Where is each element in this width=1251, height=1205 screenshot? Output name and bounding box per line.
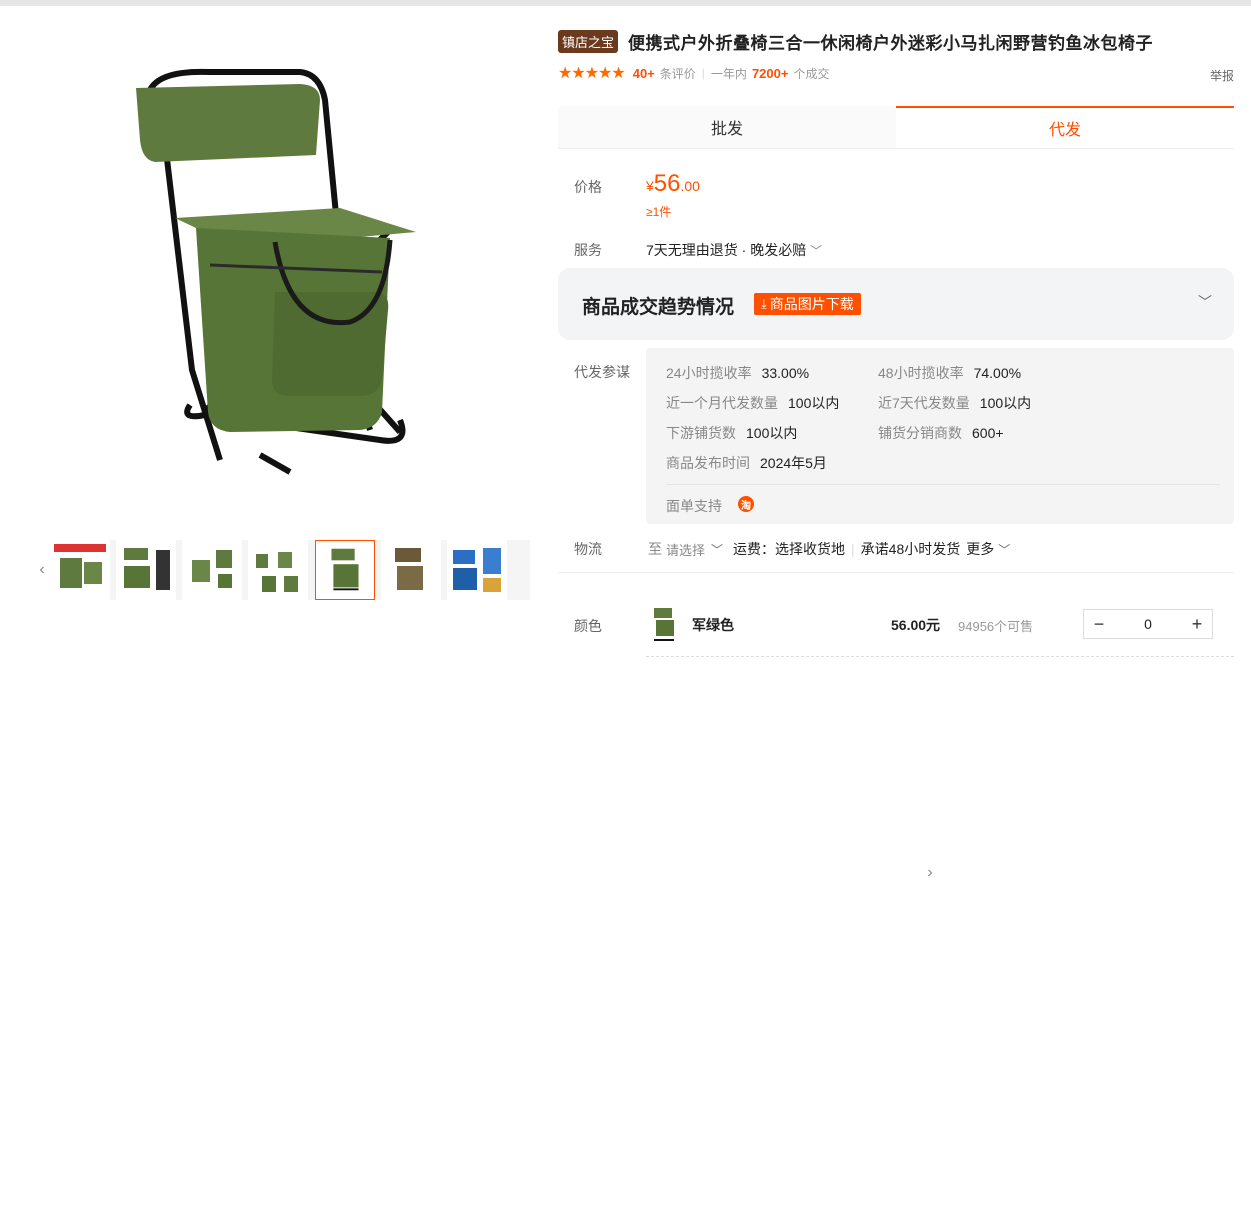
sku-name: 军绿色 xyxy=(692,617,734,633)
download-label: 商品图片下载 xyxy=(769,296,854,312)
chevron-down-icon[interactable]: ﹀ xyxy=(1198,292,1212,312)
stat-value: 2024年5月 xyxy=(760,455,827,471)
stat-value: 100以内 xyxy=(788,395,840,411)
stat-item: 24小时揽收率 33.00% xyxy=(666,363,809,383)
price-decimal: .00 xyxy=(680,178,700,194)
report-link[interactable]: 举报 xyxy=(1210,67,1234,84)
to-label: 至 xyxy=(648,541,662,557)
plus-button[interactable]: + xyxy=(1182,610,1212,638)
quantity-stepper: − 0 + xyxy=(1083,609,1213,639)
product-info-panel: 镇店之宝 便携式户外折叠椅三合一休闲椅户外迷彩小马扎闲野营钓鱼冰包椅子 ★★★★… xyxy=(558,0,1234,665)
min-quantity: ≥1件 xyxy=(646,205,672,219)
price-integer: 56 xyxy=(653,170,681,197)
chevron-down-icon[interactable]: ﹀ xyxy=(998,541,1010,558)
stat-item: 商品发布时间 2024年5月 xyxy=(666,453,827,473)
quantity-input[interactable]: 0 xyxy=(1114,616,1182,632)
trend-title: 商品成交趋势情况 xyxy=(582,297,735,318)
store-treasure-badge: 镇店之宝 xyxy=(558,30,619,53)
tab-wholesale[interactable]: 批发 xyxy=(558,106,896,148)
logistics-label: 物流 xyxy=(574,541,602,557)
waybill-label: 面单支持 xyxy=(666,498,722,514)
year-label: 一年内 xyxy=(710,66,747,81)
stat-item: 48小时揽收率 74.00% xyxy=(878,363,1021,383)
price-value: ¥56.00 xyxy=(646,170,700,198)
chevron-left-icon[interactable]: ‹ xyxy=(34,540,50,600)
thumbnail[interactable] xyxy=(116,540,176,600)
sku-thumbnail xyxy=(648,606,680,642)
stat-key: 近一个月代发数量 xyxy=(666,395,778,411)
thumbnail-selected[interactable] xyxy=(315,540,375,600)
divider: | xyxy=(701,66,705,80)
main-product-image xyxy=(120,60,430,490)
dropship-stats-box: 24小时揽收率 33.00% 48小时揽收率 74.00% 近一个月代发数量 100以… xyxy=(646,348,1234,524)
shipping-fee: 运费：选择收货地 xyxy=(733,541,846,557)
title-row: 镇店之宝 便携式户外折叠椅三合一休闲椅户外迷彩小马扎闲野营钓鱼冰包椅子 xyxy=(558,29,1153,54)
stat-item: 铺货分销商数 600+ xyxy=(878,423,1004,443)
stat-value: 100以内 xyxy=(746,425,798,441)
stat-value: 33.00% xyxy=(761,365,810,381)
service-value: 7天无理由退货 · 晚发必赔 xyxy=(646,242,807,258)
stat-value: 600+ xyxy=(972,425,1004,441)
trend-panel[interactable]: 商品成交趋势情况 ⤓ 商品图片下载 ﹀ xyxy=(558,268,1234,340)
service-label: 服务 xyxy=(574,242,602,258)
thumbnail[interactable] xyxy=(248,540,308,600)
review-label[interactable]: 条评价 xyxy=(660,65,696,82)
stat-item: 近7天代发数量 100以内 xyxy=(878,393,1031,413)
thumbnail[interactable] xyxy=(447,540,507,600)
taobao-icon: 淘 xyxy=(738,496,754,512)
sku-row: 军绿色 56.00元 94956个可售 − 0 + xyxy=(558,600,1234,650)
stat-item: 下游铺货数 100以内 xyxy=(666,423,797,443)
sales-count: 7200+ xyxy=(751,65,789,81)
stat-key: 下游铺货数 xyxy=(666,425,736,441)
divider: | xyxy=(851,541,855,557)
divider xyxy=(558,572,1234,573)
dropship-ref-label: 代发参谋 xyxy=(574,364,630,380)
stat-value: 100以内 xyxy=(979,395,1032,411)
price-label: 价格 xyxy=(574,179,602,195)
rating-stars-icon: ★★★★★ xyxy=(558,65,626,82)
address-select[interactable]: 请选择 xyxy=(666,540,705,559)
logistics-row: 至 请选择 ﹀ 运费：选择收货地 | 承诺48小时发货 更多 ﹀ xyxy=(648,539,1010,559)
stat-key: 24小时揽收率 xyxy=(666,365,752,381)
sku-stock: 94956个可售 xyxy=(958,619,1034,634)
sku-price: 56.00元 xyxy=(891,617,941,633)
tab-dropship[interactable]: 代发 xyxy=(896,106,1234,148)
thumbnail[interactable] xyxy=(182,540,242,600)
service-dropdown[interactable]: 7天无理由退货 · 晚发必赔 ﹀ xyxy=(646,240,822,260)
download-icon: ⤓ xyxy=(761,296,767,311)
chevron-down-icon[interactable]: ﹀ xyxy=(711,541,723,558)
purchase-mode-tabs: 批发 代发 xyxy=(558,106,1234,149)
more-link[interactable]: 更多 xyxy=(966,539,994,559)
shipping-promise: 承诺48小时发货 xyxy=(860,541,961,557)
currency-symbol: ¥ xyxy=(646,178,654,194)
thumbnail-strip: ‹ › xyxy=(34,540,1251,1205)
rating-row: ★★★★★ 40+ 条评价 | 一年内 7200+ 个成交 xyxy=(558,63,829,83)
download-images-button[interactable]: ⤓ 商品图片下载 xyxy=(754,293,861,315)
product-title: 便携式户外折叠椅三合一休闲椅户外迷彩小马扎闲野营钓鱼冰包椅子 xyxy=(628,34,1154,53)
stat-key: 48小时揽收率 xyxy=(878,365,964,381)
chevron-down-icon: ﹀ xyxy=(810,244,823,258)
stat-key: 近7天代发数量 xyxy=(878,395,970,411)
thumbnail[interactable] xyxy=(381,540,441,600)
stat-value: 74.00% xyxy=(973,365,1022,381)
divider xyxy=(666,484,1220,485)
divider xyxy=(646,656,1234,657)
minus-button[interactable]: − xyxy=(1084,610,1114,638)
stat-key: 铺货分销商数 xyxy=(878,425,962,441)
sales-label: 个成交 xyxy=(793,66,830,81)
stat-item: 近一个月代发数量 100以内 xyxy=(666,393,839,413)
review-count[interactable]: 40+ xyxy=(633,66,655,81)
thumbnail[interactable] xyxy=(50,540,110,600)
stat-key: 商品发布时间 xyxy=(666,455,750,471)
